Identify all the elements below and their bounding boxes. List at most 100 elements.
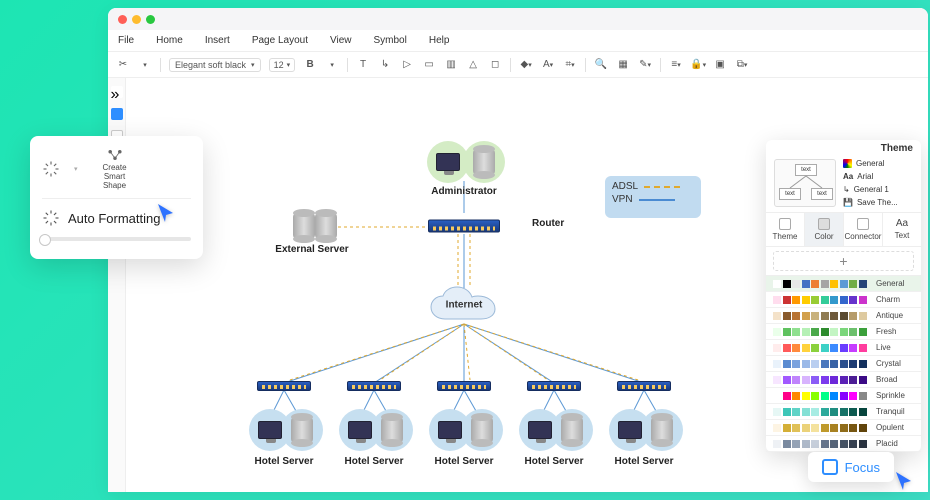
chart-icon[interactable]: ▥ — [444, 58, 458, 72]
swatch[interactable] — [840, 280, 848, 288]
swatch[interactable] — [802, 424, 810, 432]
menu-symbol[interactable]: Symbol — [374, 35, 407, 46]
swatch[interactable] — [792, 296, 800, 304]
size-select[interactable]: 12▾ — [269, 58, 296, 72]
swatch[interactable] — [792, 424, 800, 432]
sidebar-collapse-icon[interactable]: » — [111, 86, 123, 98]
pointer-icon[interactable]: ▷ — [400, 58, 414, 72]
swatch[interactable] — [792, 392, 800, 400]
swatch[interactable] — [811, 360, 819, 368]
warn-icon[interactable]: △ — [466, 58, 480, 72]
swatch[interactable] — [859, 376, 867, 384]
swatch[interactable] — [821, 424, 829, 432]
bold-icon[interactable]: B — [303, 58, 317, 72]
swatch[interactable] — [830, 280, 838, 288]
palette-row[interactable]: General — [766, 276, 921, 292]
swatch[interactable] — [859, 424, 867, 432]
swatch[interactable] — [830, 360, 838, 368]
swatch[interactable] — [840, 392, 848, 400]
menu-help[interactable]: Help — [429, 35, 450, 46]
menu-layout[interactable]: Page Layout — [252, 35, 308, 46]
spark-icon[interactable] — [42, 160, 60, 178]
swatch[interactable] — [859, 440, 867, 448]
swatch[interactable] — [783, 392, 791, 400]
swatch[interactable] — [840, 360, 848, 368]
swatch[interactable] — [773, 392, 781, 400]
swatch[interactable] — [811, 440, 819, 448]
pen-icon[interactable]: ✎▾ — [638, 58, 652, 72]
swatch[interactable] — [811, 280, 819, 288]
swatch[interactable] — [840, 424, 848, 432]
swatch[interactable] — [821, 280, 829, 288]
swatch[interactable] — [811, 424, 819, 432]
swatch[interactable] — [811, 376, 819, 384]
fill-icon[interactable]: ◆▾ — [519, 58, 533, 72]
swatch[interactable] — [802, 408, 810, 416]
focus-button[interactable]: Focus — [808, 452, 894, 482]
cut-icon[interactable]: ✂ — [116, 58, 130, 72]
swatch[interactable] — [792, 328, 800, 336]
swatch[interactable] — [783, 296, 791, 304]
swatch[interactable] — [773, 296, 781, 304]
swatch[interactable] — [821, 328, 829, 336]
menu-home[interactable]: Home — [156, 35, 183, 46]
swatch[interactable] — [859, 328, 867, 336]
minimize-dot[interactable] — [132, 15, 141, 24]
swatch[interactable] — [830, 424, 838, 432]
font-color-icon[interactable]: A▾ — [541, 58, 555, 72]
swatch[interactable] — [802, 376, 810, 384]
swatch[interactable] — [859, 392, 867, 400]
align-icon[interactable]: ≡▾ — [669, 58, 683, 72]
swatch[interactable] — [792, 440, 800, 448]
swatch[interactable] — [840, 296, 848, 304]
theme-row-general[interactable]: General — [843, 159, 913, 168]
swatch[interactable] — [802, 360, 810, 368]
palette-row[interactable]: Charm — [766, 292, 921, 308]
zoom-icon[interactable]: 🔍 — [594, 58, 608, 72]
swatch[interactable] — [830, 296, 838, 304]
swatch[interactable] — [849, 296, 857, 304]
swatch[interactable] — [792, 312, 800, 320]
swatch[interactable] — [859, 312, 867, 320]
swatch[interactable] — [859, 408, 867, 416]
zoom-dot[interactable] — [146, 15, 155, 24]
palette-row[interactable]: Antique — [766, 308, 921, 324]
swatch[interactable] — [830, 376, 838, 384]
path-icon[interactable]: ↳ — [378, 58, 392, 72]
line-icon[interactable]: ▾ — [325, 58, 339, 72]
swatch[interactable] — [811, 312, 819, 320]
swatch[interactable] — [849, 312, 857, 320]
swatch[interactable] — [859, 296, 867, 304]
swatch[interactable] — [802, 392, 810, 400]
swatch[interactable] — [792, 280, 800, 288]
swatch[interactable] — [773, 376, 781, 384]
swatch[interactable] — [802, 280, 810, 288]
crop-icon[interactable]: ⌗▾ — [563, 58, 577, 72]
swatch[interactable] — [783, 328, 791, 336]
swatch[interactable] — [821, 376, 829, 384]
swatch[interactable] — [849, 328, 857, 336]
swatch[interactable] — [821, 408, 829, 416]
swatch[interactable] — [811, 328, 819, 336]
swatch[interactable] — [792, 376, 800, 384]
tab-connector[interactable]: Connector — [844, 213, 883, 246]
swatch[interactable] — [840, 408, 848, 416]
swatch[interactable] — [849, 360, 857, 368]
sidebar-shapes-icon[interactable] — [111, 108, 123, 120]
swatch[interactable] — [802, 328, 810, 336]
swatch[interactable] — [830, 408, 838, 416]
swatch[interactable] — [849, 344, 857, 352]
tab-theme[interactable]: Theme — [766, 213, 805, 246]
swatch[interactable] — [830, 328, 838, 336]
swatch[interactable] — [811, 408, 819, 416]
swatch[interactable] — [783, 280, 791, 288]
swatch[interactable] — [840, 440, 848, 448]
swatch[interactable] — [773, 408, 781, 416]
font-select[interactable]: Elegant soft black▾ — [169, 58, 261, 72]
text-icon[interactable]: T — [356, 58, 370, 72]
palette-row[interactable]: Live — [766, 340, 921, 356]
palette-row[interactable]: Fresh — [766, 324, 921, 340]
palette-row[interactable]: Tranquil — [766, 404, 921, 420]
swatch[interactable] — [792, 344, 800, 352]
table-icon[interactable]: ▦ — [616, 58, 630, 72]
